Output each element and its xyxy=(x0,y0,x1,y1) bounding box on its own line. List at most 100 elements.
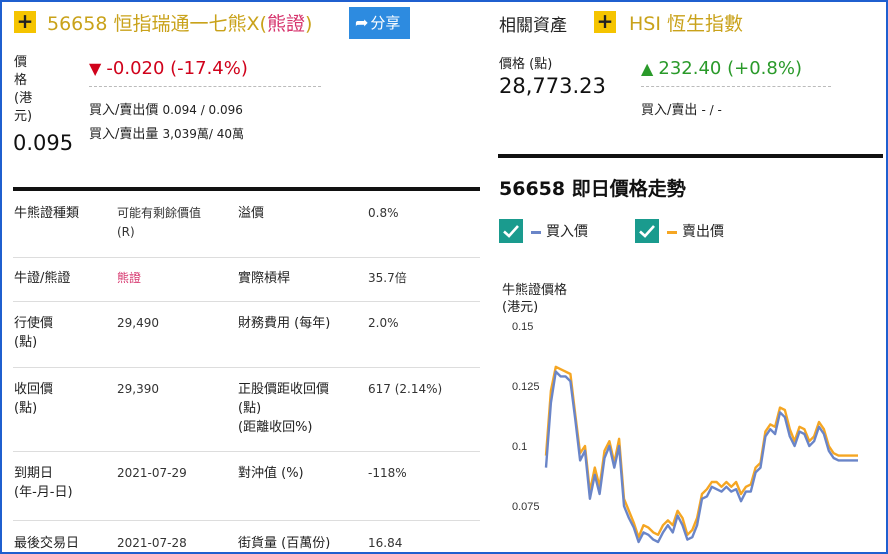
table-cell: 牛證/熊證 xyxy=(14,269,70,288)
table-cell: 到期日 (年-月-日) xyxy=(14,464,73,502)
hsi-title[interactable]: HSI 恆生指數 xyxy=(629,9,743,36)
section-rule xyxy=(13,187,480,191)
bid-ask-price: 買入/賣出價 0.094 / 0.096 xyxy=(89,99,243,118)
table-cell: 實際槓桿 xyxy=(238,269,290,288)
table-cell-text: (年-月-日) xyxy=(14,485,73,500)
table-cell: 對沖值 (%) xyxy=(238,464,304,483)
table-cell: 2021-07-28 xyxy=(117,534,187,553)
title-name: 恒指瑞通一七熊X xyxy=(113,13,260,35)
triangle-down-icon: ▼ xyxy=(89,59,102,78)
hsi-bid-ask-value: - / - xyxy=(701,103,722,117)
table-cell: 2021-07-29 xyxy=(117,464,187,483)
table-cell-text: 2021-07-28 xyxy=(117,536,187,550)
table-row-divider xyxy=(13,520,480,521)
table-cell: 最後交易日 xyxy=(14,534,79,553)
price-label: 價 格 (港 元) xyxy=(14,54,32,126)
table-cell-text: 行使價 xyxy=(14,316,54,331)
legend-ask-swatch xyxy=(667,230,677,234)
plus-icon[interactable]: + xyxy=(14,11,36,33)
bid-ask-volume-label: 買入/賣出量 xyxy=(89,127,159,142)
title-tag: 熊證 xyxy=(266,13,305,35)
table-cell-text: 正股價距收回價 xyxy=(238,382,330,397)
series-line-ask xyxy=(544,365,858,539)
table-cell-text: 617 (2.14%) xyxy=(368,382,443,396)
legend-ask[interactable]: 賣出價 xyxy=(667,221,724,241)
share-button[interactable]: ➦ 分享 xyxy=(349,7,410,39)
legend-ask-label: 賣出價 xyxy=(682,224,724,240)
related-asset-label: 相關資產 xyxy=(499,16,567,36)
price-label-line: (港 xyxy=(14,91,33,106)
table-cell-text: 牛證/熊證 xyxy=(14,271,71,286)
table-cell: 牛熊證種類 xyxy=(14,204,79,223)
triangle-up-icon: ▲ xyxy=(641,59,654,78)
change-row: ▼ -0.020 (-17.4%) xyxy=(89,58,248,79)
table-cell-text: 熊證 xyxy=(117,271,142,285)
table-row-divider xyxy=(13,301,480,302)
table-cell-text: -118% xyxy=(368,466,407,480)
table-cell: 行使價 (點) xyxy=(14,314,53,352)
check-icon[interactable] xyxy=(499,219,523,243)
share-arrow-icon: ➦ xyxy=(355,13,369,32)
table-row-divider xyxy=(13,257,480,258)
table-cell: 16.84 xyxy=(368,534,402,553)
table-cell-text: 可能有剩餘價值 xyxy=(117,206,202,220)
check-icon[interactable] xyxy=(635,219,659,243)
table-cell: 收回價 (點) xyxy=(14,380,53,418)
table-cell: 29,490 xyxy=(117,314,159,333)
table-cell-text: 牛熊證種類 xyxy=(14,206,80,221)
title-tag-open: ( xyxy=(259,13,267,35)
section-rule xyxy=(498,154,883,158)
hsi-change-value: 232.40 (+0.8%) xyxy=(658,58,802,79)
table-cell: 35.7倍 xyxy=(368,269,407,288)
table-cell: 2.0% xyxy=(368,314,399,333)
table-cell-text: (點) xyxy=(14,335,38,350)
hsi-bid-ask-label: 買入/賣出 xyxy=(641,103,698,118)
hsi-change-row: ▲ 232.40 (+0.8%) xyxy=(641,58,802,79)
title-code: 56658 xyxy=(47,13,108,35)
plus-icon[interactable]: + xyxy=(594,11,616,33)
page-title: 56658 恒指瑞通一七熊X(熊證) xyxy=(47,9,312,36)
table-cell: 可能有剩餘價值 (R) xyxy=(117,204,201,242)
change-value: -0.020 (-17.4%) xyxy=(106,58,248,79)
table-cell: 街貨量 (百萬份) xyxy=(238,534,330,553)
chart-title: 56658 即日價格走勢 xyxy=(499,178,686,200)
table-cell-text: 收回價 xyxy=(14,382,54,397)
price-label-line: 價 xyxy=(14,55,28,70)
divider xyxy=(641,86,831,87)
table-cell: 29,390 xyxy=(117,380,159,399)
table-cell: -118% xyxy=(368,464,407,483)
y-tick-label: 0.15 xyxy=(512,321,533,333)
table-cell-text: 到期日 xyxy=(14,466,54,481)
table-cell: 617 (2.14%) xyxy=(368,380,442,399)
bid-ask-price-value: 0.094 / 0.096 xyxy=(162,103,243,117)
divider xyxy=(89,86,321,87)
hsi-price-label: 價格 (點) xyxy=(499,57,553,72)
table-cell-text: 對沖值 (%) xyxy=(238,466,304,481)
bid-ask-volume: 買入/賣出量 3,039萬/ 40萬 xyxy=(89,123,244,142)
table-cell-text: 16.84 xyxy=(368,536,403,550)
price-label-line: 元) xyxy=(14,109,33,124)
y-tick-label: 0.1 xyxy=(512,441,527,453)
price-chart: 0.15 0.125 0.1 0.075 xyxy=(512,321,858,544)
table-cell-text: 2021-07-29 xyxy=(117,466,187,480)
table-cell-text: 實際槓桿 xyxy=(238,271,291,286)
table-cell-text: 2.0% xyxy=(368,316,399,330)
y-tick-label: 0.075 xyxy=(512,501,540,513)
legend-bid-label: 買入價 xyxy=(546,224,588,240)
table-cell-text: (點) xyxy=(238,401,262,416)
table-cell-text: 29,390 xyxy=(117,382,159,396)
price-value: 0.095 xyxy=(13,131,74,155)
y-tick-label: 0.125 xyxy=(512,381,540,393)
title-tag-close: ) xyxy=(304,13,313,35)
table-cell-text: 街貨量 (百萬份) xyxy=(238,536,331,551)
series-line-bid xyxy=(544,370,858,544)
table-cell: 溢價 xyxy=(238,204,264,223)
table-cell-text: (R) xyxy=(117,225,135,239)
legend-bid-swatch xyxy=(531,230,541,234)
legend-bid[interactable]: 買入價 xyxy=(531,221,588,241)
bid-ask-price-label: 買入/賣出價 xyxy=(89,103,159,118)
share-label: 分享 xyxy=(370,14,401,32)
table-cell: 財務費用 (每年) xyxy=(238,314,330,333)
table-row-divider xyxy=(13,367,480,368)
table-cell: 0.8% xyxy=(368,204,399,223)
